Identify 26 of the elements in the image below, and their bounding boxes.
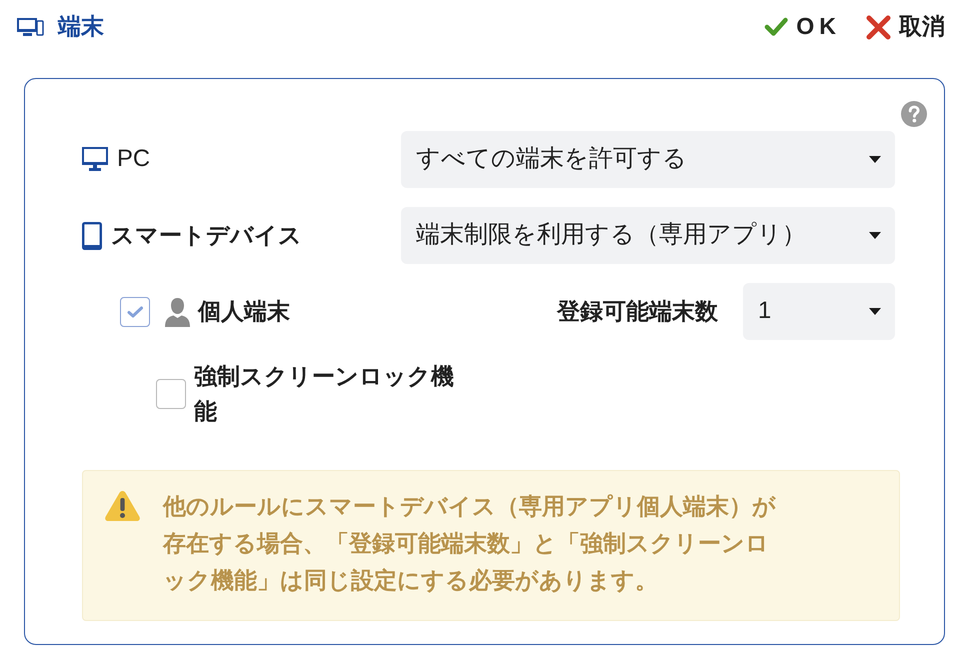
ok-button[interactable]: OK (764, 13, 836, 41)
warning-icon (104, 489, 141, 522)
person-icon (165, 296, 190, 326)
field-label: 強制スクリーンロック機能 (194, 362, 455, 426)
warning-message: 他のルールにスマートデバイス（専用アプリ個人端末）が存在する場合、「登録可能端末数」と「強制スクリーンロック機能」は同じ設定にする必要があります。 (163, 492, 777, 595)
caret-icon (869, 156, 881, 163)
help-icon[interactable] (901, 101, 927, 127)
dropdown[interactable]: 1 (743, 283, 895, 340)
check-icon (764, 17, 788, 37)
cancel-button[interactable]: 取消 (866, 13, 945, 41)
window-title: 端末 (58, 13, 104, 41)
checkmark-icon (127, 306, 143, 318)
caret-icon (869, 308, 881, 315)
dropdown[interactable]: 端末制限を利用する（専用アプリ） (401, 207, 895, 264)
tablet-icon (82, 222, 102, 250)
field-label: 登録可能端末数 (557, 297, 718, 326)
dropdown[interactable]: すべての端末を許可する (401, 131, 895, 188)
caret-icon (869, 232, 881, 239)
monitor-icon (82, 147, 108, 172)
field-label: 個人端末 (198, 297, 290, 326)
devices-icon (17, 18, 44, 36)
checkbox[interactable] (120, 296, 150, 326)
field-label: スマートデバイス (111, 221, 302, 250)
close-icon (866, 14, 891, 40)
checkbox[interactable] (156, 379, 186, 409)
field-label: PC (117, 144, 150, 174)
